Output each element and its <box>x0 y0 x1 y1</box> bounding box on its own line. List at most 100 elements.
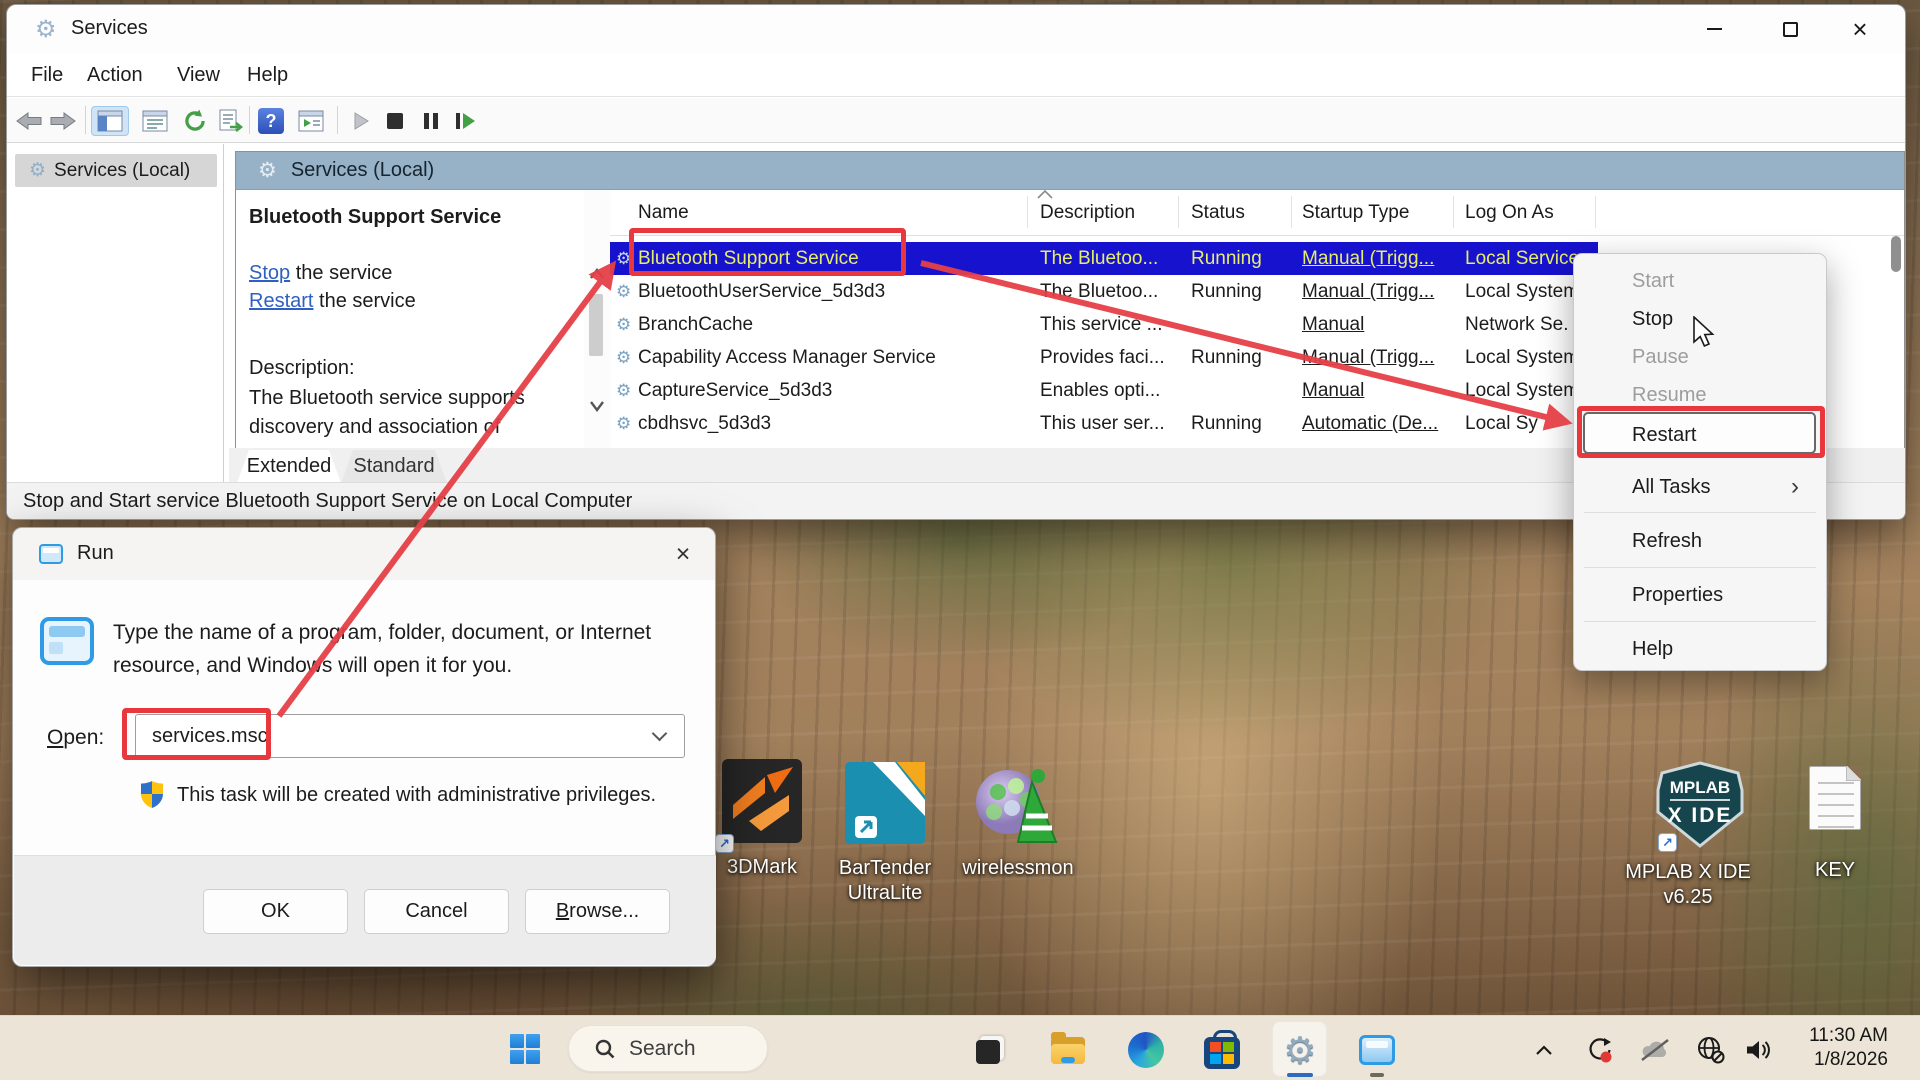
table-row[interactable]: ⚙ Capability Access Manager Service Prov… <box>610 341 1598 374</box>
run-title-bar[interactable]: Run × <box>13 528 715 580</box>
close-button[interactable]: × <box>1829 5 1891 53</box>
tray-network-button[interactable] <box>1690 1028 1732 1072</box>
table-row[interactable]: ⚙ CaptureService_5d3d3 Enables opti... M… <box>610 374 1598 407</box>
desktop-icon-bartender[interactable]: BarTender UltraLite <box>825 760 945 906</box>
run-dialog-message: Type the name of a program, folder, docu… <box>113 616 699 682</box>
tray-onedrive-button[interactable] <box>1634 1028 1676 1072</box>
column-divider[interactable] <box>1453 196 1454 228</box>
combobox-chevron-icon[interactable] <box>652 726 668 742</box>
menu-view[interactable]: View <box>171 62 226 89</box>
cell-name: BluetoothUserService_5d3d3 <box>638 275 1016 308</box>
show-action-pane-button[interactable] <box>295 106 327 136</box>
ok-button[interactable]: OK <box>203 889 348 934</box>
browse-button[interactable]: Browse... <box>525 889 670 934</box>
search-box[interactable]: Search <box>568 1025 768 1072</box>
close-button[interactable]: × <box>657 530 709 578</box>
no-internet-icon <box>1696 1036 1726 1064</box>
tree-item-label: Services (Local) <box>54 160 190 182</box>
start-service-button[interactable] <box>345 106 377 136</box>
bartender-icon <box>843 760 927 846</box>
maximize-button[interactable] <box>1759 5 1821 53</box>
taskbar-clock[interactable]: 11:30 AM 1/8/2026 <box>1809 1024 1888 1072</box>
tray-hidden-icons-button[interactable] <box>1526 1028 1562 1072</box>
show-console-tree-button[interactable] <box>91 106 129 136</box>
stop-service-button[interactable] <box>379 106 411 136</box>
desktop-icon-3dmark[interactable]: ↗ 3DMark <box>702 757 822 880</box>
column-header-startup-type[interactable]: Startup Type <box>1302 202 1409 224</box>
cell-name: Capability Access Manager Service <box>638 341 1016 374</box>
menu-action[interactable]: Action <box>81 62 149 89</box>
title-bar[interactable]: ⚙ Services × <box>7 5 1905 53</box>
table-row[interactable]: ⚙ cbdhsvc_5d3d3 This user ser... Running… <box>610 407 1598 440</box>
properties-button[interactable] <box>139 106 171 136</box>
pane-header: ⚙ Services (Local) <box>236 152 1904 190</box>
tab-extended[interactable]: Extended <box>237 450 341 483</box>
toolbar-separator <box>249 106 250 134</box>
run-app-icon <box>1359 1035 1395 1065</box>
menu-separator <box>1584 512 1816 513</box>
scrollbar-thumb[interactable] <box>589 294 603 356</box>
cell-description: Enables opti... <box>1040 374 1176 407</box>
toolbar: ? <box>7 98 1905 143</box>
help-button[interactable]: ? <box>255 106 287 136</box>
stop-service-link[interactable]: Stop <box>249 262 290 284</box>
taskbar-task-view-button[interactable] <box>968 1028 1012 1072</box>
menu-item-refresh[interactable]: Refresh <box>1574 522 1826 560</box>
cell-name: CaptureService_5d3d3 <box>638 374 1016 407</box>
taskbar-services-button-active[interactable]: ⚙ <box>1278 1028 1322 1072</box>
column-header-log-on-as[interactable]: Log On As <box>1465 202 1554 224</box>
restart-service-link[interactable]: Restart <box>249 290 313 312</box>
run-app-icon <box>39 544 63 564</box>
menu-item-properties[interactable]: Properties <box>1574 576 1826 614</box>
taskbar-edge-button[interactable] <box>1124 1028 1168 1072</box>
back-icon <box>15 109 43 133</box>
tray-volume-button[interactable] <box>1738 1028 1780 1072</box>
column-header-name[interactable]: Name <box>638 202 689 224</box>
column-divider[interactable] <box>1027 196 1028 228</box>
refresh-button[interactable] <box>179 106 211 136</box>
desktop-icon-label: 3DMark <box>702 855 822 880</box>
desktop-icon-wirelessmon[interactable]: wirelessmon <box>958 760 1078 881</box>
column-divider[interactable] <box>1595 196 1596 228</box>
run-dialog-title: Run <box>77 542 114 565</box>
open-label: Open: <box>47 726 104 750</box>
services-node-icon: ⚙ <box>29 159 46 182</box>
scroll-up-icon[interactable] <box>589 268 605 280</box>
desktop-icon-mplab[interactable]: MPLAB X IDE ↗ MPLAB X IDE v6.25 <box>1640 760 1760 910</box>
restart-service-button[interactable] <box>449 106 481 136</box>
back-button[interactable] <box>13 106 45 136</box>
list-scrollbar-thumb[interactable] <box>1891 236 1901 272</box>
export-list-button[interactable] <box>215 106 247 136</box>
tray-sync-button[interactable] <box>1580 1028 1620 1072</box>
tree-item-services-local[interactable]: ⚙ Services (Local) <box>15 154 217 187</box>
table-row[interactable]: ⚙ BranchCache This service ... Manual Ne… <box>610 308 1598 341</box>
table-row[interactable]: ⚙ BluetoothUserService_5d3d3 The Bluetoo… <box>610 275 1598 308</box>
column-divider[interactable] <box>1291 196 1292 228</box>
cell-startup-type: Automatic (De... <box>1302 407 1454 440</box>
menu-item-all-tasks[interactable]: All Tasks › <box>1574 468 1826 506</box>
taskbar-run-button[interactable] <box>1355 1028 1399 1072</box>
volume-icon <box>1745 1039 1773 1061</box>
menu-item-help[interactable]: Help <box>1574 630 1826 668</box>
column-header-description[interactable]: Description <box>1040 202 1135 224</box>
desktop-icon-key[interactable]: KEY <box>1775 766 1895 883</box>
column-header-status[interactable]: Status <box>1191 202 1245 224</box>
menu-help[interactable]: Help <box>241 62 294 89</box>
start-button[interactable] <box>510 1034 540 1064</box>
active-app-indicator <box>1287 1073 1313 1077</box>
cancel-button[interactable]: Cancel <box>364 889 509 934</box>
cell-startup-type: Manual <box>1302 374 1454 407</box>
pause-service-button[interactable] <box>415 106 447 136</box>
minimize-button[interactable] <box>1683 5 1745 53</box>
highlight-box-restart <box>1577 406 1825 458</box>
service-gear-icon: ⚙ <box>616 374 631 407</box>
taskbar-file-explorer-button[interactable] <box>1046 1028 1090 1072</box>
scroll-down-icon[interactable] <box>589 400 605 412</box>
taskbar-store-button[interactable] <box>1200 1028 1244 1072</box>
maximize-icon <box>1783 22 1798 37</box>
panel-scrollbar[interactable] <box>584 190 610 451</box>
column-divider[interactable] <box>1178 196 1179 228</box>
tab-standard[interactable]: Standard <box>341 450 447 483</box>
menu-file[interactable]: File <box>25 62 69 89</box>
forward-button[interactable] <box>47 106 79 136</box>
